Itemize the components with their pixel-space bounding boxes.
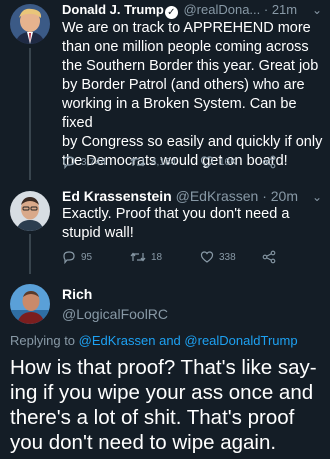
reply-count: 95 — [81, 251, 93, 263]
tweet-krassenstein[interactable]: Ed Krassenstein @EdKrassen · 20m ⌄ Exact… — [0, 183, 330, 273]
retweet-button[interactable]: 4,164 — [130, 155, 200, 169]
like-count: 16K — [219, 156, 237, 168]
like-button[interactable]: 16K — [200, 155, 262, 169]
tweet-line: you don't need to wipe again. — [10, 431, 277, 454]
tweet-actions: 3,744 4,164 16K — [62, 155, 276, 169]
tweet-text: How is that proof? That's like say- ing … — [10, 355, 328, 455]
retweet-icon — [130, 157, 146, 167]
avatar-trump[interactable] — [10, 4, 50, 44]
tweet-line: there's a lot of shit. That's proof — [10, 406, 295, 429]
timestamp[interactable]: · 20m — [262, 188, 298, 204]
display-name[interactable]: Donald J. Trump — [62, 2, 164, 17]
retweet-count: 18 — [151, 251, 163, 263]
avatar-rich[interactable] — [10, 284, 50, 324]
retweet-count: 4,164 — [151, 156, 177, 168]
reply-button[interactable]: 3,744 — [62, 155, 130, 169]
tweet-line: We are on track to APPREHEND more — [62, 20, 311, 36]
like-button[interactable]: 338 — [200, 250, 262, 264]
share-icon — [262, 155, 276, 169]
display-name[interactable]: Rich — [62, 286, 92, 302]
retweet-button[interactable]: 18 — [130, 250, 200, 264]
share-button[interactable] — [262, 250, 276, 264]
handle[interactable]: @EdKrassen — [176, 188, 259, 204]
like-icon — [200, 156, 214, 168]
timestamp[interactable]: · 21m — [264, 2, 297, 17]
handle[interactable]: @LogicalFoolRC — [62, 306, 168, 322]
reply-icon — [63, 251, 75, 264]
reply-icon — [63, 156, 75, 169]
tweet-header: Donald J. Trump ✓ @realDona... · 21m — [62, 1, 297, 19]
tweet-line: than one million people coming across — [62, 39, 309, 55]
mention-and[interactable]: and — [159, 333, 181, 348]
tweet-line: by Border Patrol (and others) who are — [62, 77, 305, 93]
mention-edkrassen[interactable]: @EdKrassen — [79, 333, 156, 348]
tweet-line: the Southern Border this year. Great job — [62, 58, 319, 74]
tweet-text: We are on track to APPREHEND more than o… — [62, 19, 328, 171]
display-name[interactable]: Ed Krassenstein — [62, 188, 172, 204]
tweet-line: ing if you wipe your ass once and — [10, 381, 314, 404]
mention-realdonaldtrump[interactable]: @realDonaldTrump — [184, 333, 297, 348]
retweet-icon — [130, 252, 146, 262]
share-button[interactable] — [262, 155, 276, 169]
reply-button[interactable]: 95 — [62, 250, 130, 264]
handle[interactable]: @realDona... — [183, 2, 260, 17]
tweet-line: How is that proof? That's like say- — [10, 356, 317, 379]
tweet-rich[interactable]: Rich @LogicalFoolRC Replying to @EdKrass… — [0, 276, 330, 459]
like-icon — [200, 251, 214, 263]
tweet-line: by Congress so easily and quickly if onl… — [62, 134, 323, 150]
replying-prefix: Replying to — [10, 333, 76, 348]
tweet-line: stupid wall! — [62, 225, 134, 241]
replying-to: Replying to @EdKrassen and @realDonaldTr… — [10, 333, 298, 348]
like-count: 338 — [219, 251, 236, 263]
tweet-actions: 95 18 338 — [62, 250, 276, 264]
tweet-text: Exactly. Proof that you don't need a stu… — [62, 205, 328, 243]
share-icon — [262, 250, 276, 264]
tweet-line: Exactly. Proof that you don't need a — [62, 206, 290, 222]
tweet-header: Ed Krassenstein @EdKrassen · 20m — [62, 188, 298, 205]
tweet-trump[interactable]: Donald J. Trump ✓ @realDona... · 21m ⌄ We… — [0, 0, 330, 180]
reply-count: 3,744 — [81, 156, 107, 168]
avatar-krassenstein[interactable] — [10, 191, 50, 231]
tweet-line: working in a Broken System. Can be fixed — [62, 96, 297, 131]
verified-icon: ✓ — [164, 6, 178, 19]
caret-down-icon[interactable]: ⌄ — [312, 3, 322, 17]
caret-down-icon[interactable]: ⌄ — [312, 190, 322, 204]
